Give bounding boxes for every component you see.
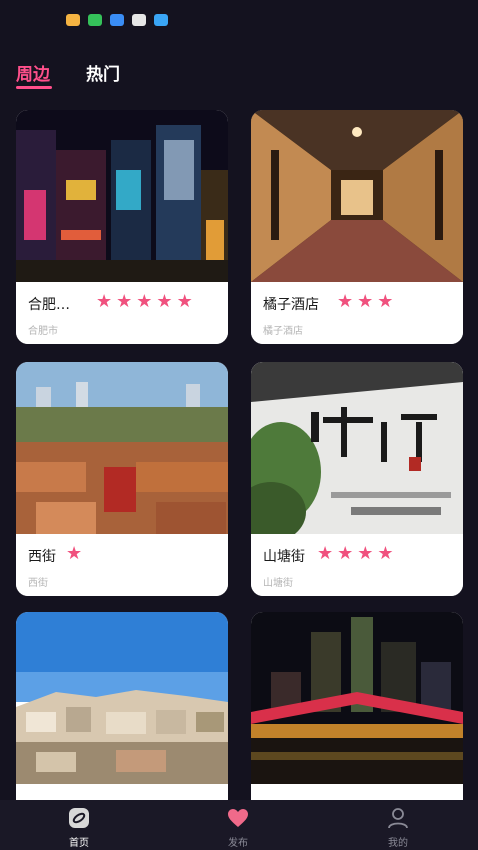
card-subtitle: 合肥市 (28, 326, 58, 337)
star-icon: ★ (337, 291, 354, 312)
card-body: 西街 ★ 西街 (16, 534, 228, 596)
card-photo-old-street (16, 362, 228, 534)
nav-profile-label: 我的 (388, 838, 408, 849)
card-title: 合肥… (28, 297, 70, 313)
star-icon: ★ (357, 543, 374, 564)
card-photo-calligraphy-wall (251, 362, 463, 534)
star-rating: ★ ★ ★ (337, 292, 397, 312)
bottom-nav: 首页 发布 我的 (0, 800, 478, 850)
star-icon: ★ (357, 291, 374, 312)
card-body: 山塘街 ★ ★ ★ ★ 山塘街 (251, 534, 463, 596)
star-icon: ★ (317, 543, 334, 564)
place-card-hefei[interactable]: 合肥… ★ ★ ★ ★ ★ 合肥市 (16, 110, 228, 344)
place-card-west-street[interactable]: 西街 ★ 西街 (16, 362, 228, 596)
nav-home-label: 首页 (69, 838, 89, 849)
card-photo-hillside-town (16, 612, 228, 784)
star-icon: ★ (377, 291, 394, 312)
star-icon: ★ (66, 543, 83, 564)
place-grid: 合肥… ★ ★ ★ ★ ★ 合肥市 橘子酒店 ★ ★ ★ 橘子酒店 西街 ★ 西… (0, 0, 478, 850)
star-icon: ★ (176, 291, 193, 312)
user-icon (388, 808, 408, 829)
card-title: 西街 (28, 549, 56, 565)
place-card-shantang-street[interactable]: 山塘街 ★ ★ ★ ★ 山塘街 (251, 362, 463, 596)
card-body: 合肥… ★ ★ ★ ★ ★ 合肥市 (16, 282, 228, 344)
star-rating: ★ ★ ★ ★ ★ (96, 292, 197, 312)
card-subtitle: 西街 (28, 578, 48, 589)
card-subtitle: 山塘街 (263, 578, 293, 589)
card-body: 橘子酒店 ★ ★ ★ 橘子酒店 (251, 282, 463, 344)
star-icon: ★ (136, 291, 153, 312)
card-photo-hotel-corridor (251, 110, 463, 282)
star-icon: ★ (377, 543, 394, 564)
star-icon: ★ (156, 291, 173, 312)
heart-icon (228, 809, 248, 827)
star-rating: ★ ★ ★ ★ (317, 544, 398, 564)
card-photo-night-bridge (251, 612, 463, 784)
star-icon: ★ (96, 291, 113, 312)
nav-publish-label: 发布 (228, 838, 248, 849)
place-card-orange-hotel[interactable]: 橘子酒店 ★ ★ ★ 橘子酒店 (251, 110, 463, 344)
card-title: 橘子酒店 (263, 297, 319, 313)
card-title: 山塘街 (263, 549, 305, 565)
star-icon: ★ (337, 543, 354, 564)
card-photo-night-city (16, 110, 228, 282)
home-compass-icon (69, 808, 89, 828)
card-subtitle: 橘子酒店 (263, 326, 303, 337)
star-rating: ★ (66, 544, 86, 564)
star-icon: ★ (116, 291, 133, 312)
